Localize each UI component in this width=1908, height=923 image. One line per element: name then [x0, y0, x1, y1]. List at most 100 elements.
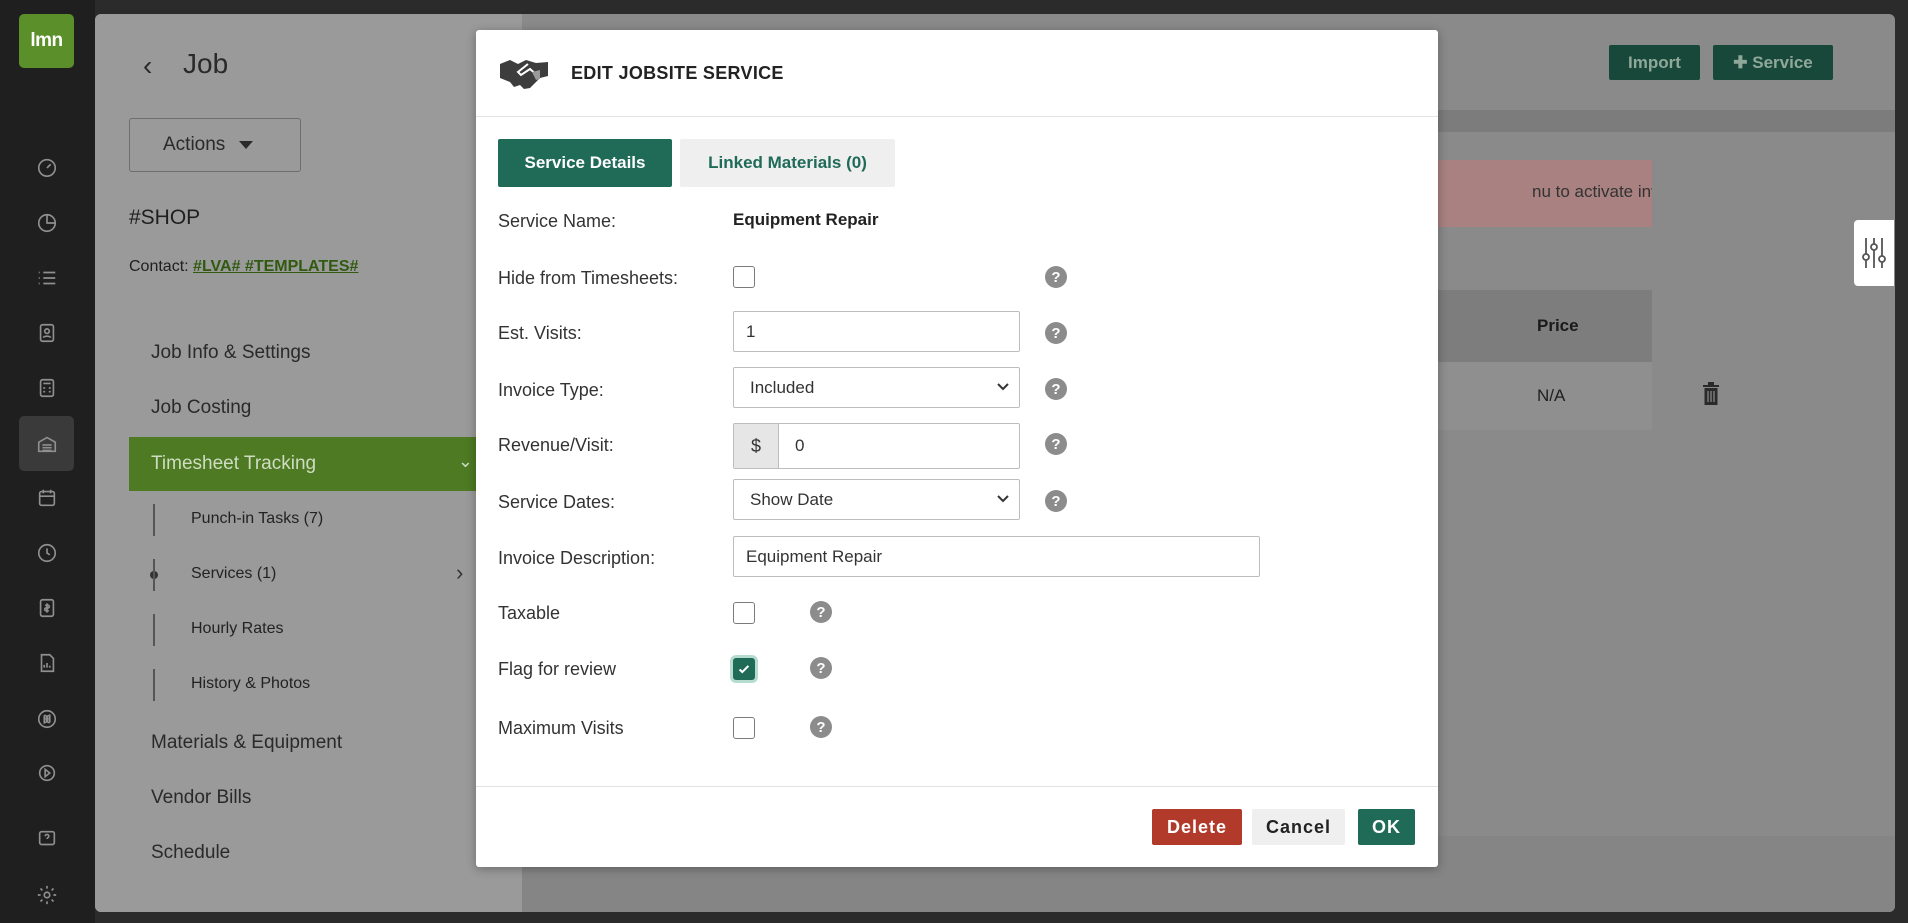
sliders-icon — [1862, 238, 1886, 268]
nav-vendor-bills[interactable]: Vendor Bills — [151, 787, 251, 809]
modal-title: EDIT JOBSITE SERVICE — [571, 63, 784, 83]
flag-review-checkbox[interactable] — [733, 658, 755, 680]
tab-service-details[interactable]: Service Details — [498, 139, 672, 187]
add-service-button[interactable]: ✚ Service — [1713, 45, 1833, 80]
service-dates-select[interactable]: Show Date — [733, 479, 1020, 520]
help-icon[interactable]: ? — [810, 657, 832, 679]
job-sidebar: ‹ Job Actions #SHOP Contact: #LVA# #TEMP… — [95, 14, 522, 912]
trash-icon[interactable] — [1702, 382, 1720, 406]
invoice-description-input[interactable]: Equipment Repair — [733, 536, 1260, 577]
max-visits-checkbox[interactable] — [733, 717, 755, 739]
cancel-button[interactable]: Cancel — [1252, 809, 1345, 845]
back-chevron-icon[interactable]: ‹ — [143, 50, 152, 82]
modal-header: EDIT JOBSITE SERVICE — [476, 30, 1438, 117]
clock-icon[interactable] — [28, 534, 66, 572]
hide-timesheets-label: Hide from Timesheets: — [498, 268, 679, 288]
handshake-icon — [500, 60, 548, 89]
contact-label: Contact: — [129, 258, 189, 275]
help-icon[interactable]: ? — [1045, 490, 1067, 512]
subnav-punch-in-label: Punch-in Tasks — [191, 510, 300, 527]
gear-icon[interactable] — [28, 876, 66, 914]
contact-card-icon[interactable] — [28, 314, 66, 352]
play-icon[interactable] — [28, 754, 66, 792]
help-icon[interactable]: ? — [1045, 322, 1067, 344]
report-icon[interactable] — [28, 644, 66, 682]
price-header: Price — [1537, 316, 1579, 335]
invoice-type-value: Included — [750, 377, 815, 397]
calendar-icon[interactable] — [28, 479, 66, 517]
calculator-icon[interactable] — [28, 369, 66, 407]
invoice-icon[interactable] — [28, 589, 66, 627]
max-visits-label: Maximum Visits — [498, 718, 624, 738]
modal-footer-divider — [476, 786, 1438, 787]
dashboard-icon[interactable] — [28, 148, 66, 186]
list-icon[interactable] — [28, 259, 66, 297]
revenue-visit-field[interactable]: $ 0 — [733, 423, 1020, 469]
job-name: #SHOP — [129, 206, 201, 229]
import-button[interactable]: Import — [1609, 45, 1700, 80]
nav-timesheet-label: Timesheet Tracking — [151, 453, 317, 474]
plus-icon: ✚ — [1733, 52, 1753, 72]
filter-settings-tab[interactable] — [1854, 220, 1894, 286]
nav-job-costing[interactable]: Job Costing — [151, 397, 251, 419]
edit-service-modal: EDIT JOBSITE SERVICE Service Details Lin… — [476, 30, 1438, 867]
est-visits-input[interactable]: 1 — [733, 311, 1020, 352]
add-service-label: Service — [1752, 52, 1813, 72]
revenue-visit-input[interactable]: 0 — [779, 424, 804, 468]
currency-addon: $ — [734, 424, 779, 468]
service-dates-label: Service Dates: — [498, 492, 616, 512]
revenue-visit-label: Revenue/Visit: — [498, 435, 614, 455]
subnav-services-label: Services — [191, 565, 253, 582]
help-icon[interactable]: ? — [1045, 433, 1067, 455]
subnav-punch-in[interactable]: Punch-in Tasks (7) — [191, 510, 323, 528]
contact-link[interactable]: #LVA# #TEMPLATES# — [193, 258, 358, 275]
subnav-connector — [153, 614, 155, 646]
nav-schedule[interactable]: Schedule — [151, 842, 230, 864]
subnav-connector — [153, 669, 155, 701]
subnav-services[interactable]: Services (1) — [191, 565, 276, 583]
page-title: Job — [183, 48, 229, 79]
icon-rail: lmn — [0, 0, 95, 923]
nav-materials[interactable]: Materials & Equipment — [151, 732, 342, 754]
chevron-down-icon: ⌄ — [457, 451, 473, 471]
contact-line: Contact: #LVA# #TEMPLATES# — [129, 258, 358, 276]
invoice-description-label: Invoice Description: — [498, 548, 656, 568]
flag-review-label: Flag for review — [498, 659, 617, 679]
chevron-right-icon: › — [456, 560, 464, 585]
chevron-down-icon — [997, 383, 1009, 391]
tab-linked-materials[interactable]: Linked Materials (0) — [680, 139, 895, 187]
help-icon[interactable] — [28, 820, 66, 858]
est-visits-label: Est. Visits: — [498, 323, 582, 343]
service-dates-value: Show Date — [750, 489, 834, 509]
actions-label: Actions — [163, 134, 226, 155]
help-icon[interactable]: ? — [1045, 266, 1067, 288]
service-name-label: Service Name: — [498, 211, 617, 231]
subnav-connector — [153, 504, 155, 536]
lmn-logo[interactable]: lmn — [19, 14, 74, 68]
nav-timesheet-tracking[interactable]: Timesheet Tracking ⌄ — [129, 437, 479, 491]
taxable-checkbox[interactable] — [733, 602, 755, 624]
help-icon[interactable]: ? — [810, 601, 832, 623]
invoice-type-select[interactable]: Included — [733, 367, 1020, 408]
pie-chart-icon[interactable] — [28, 204, 66, 242]
taxable-label: Taxable — [498, 603, 561, 623]
price-cell: N/A — [1537, 386, 1566, 405]
warehouse-icon[interactable] — [19, 416, 74, 471]
invoice-type-label: Invoice Type: — [498, 380, 604, 400]
service-name-value: Equipment Repair — [733, 210, 879, 229]
subnav-services-count: (1) — [256, 565, 277, 582]
help-icon[interactable]: ? — [810, 716, 832, 738]
help-icon[interactable]: ? — [1045, 378, 1067, 400]
subnav-history[interactable]: History & Photos — [191, 675, 310, 693]
checkmark-icon — [738, 665, 750, 674]
delete-button[interactable]: Delete — [1152, 809, 1242, 845]
ok-button[interactable]: OK — [1358, 809, 1415, 845]
quickbooks-icon[interactable] — [28, 700, 66, 738]
actions-dropdown[interactable]: Actions — [129, 118, 301, 172]
subnav-hourly-rates[interactable]: Hourly Rates — [191, 620, 283, 638]
subnav-punch-in-count: (7) — [303, 510, 324, 527]
nav-job-info[interactable]: Job Info & Settings — [151, 342, 311, 364]
caret-down-icon — [239, 141, 254, 149]
chevron-down-icon — [997, 495, 1009, 503]
hide-timesheets-checkbox[interactable] — [733, 266, 755, 288]
